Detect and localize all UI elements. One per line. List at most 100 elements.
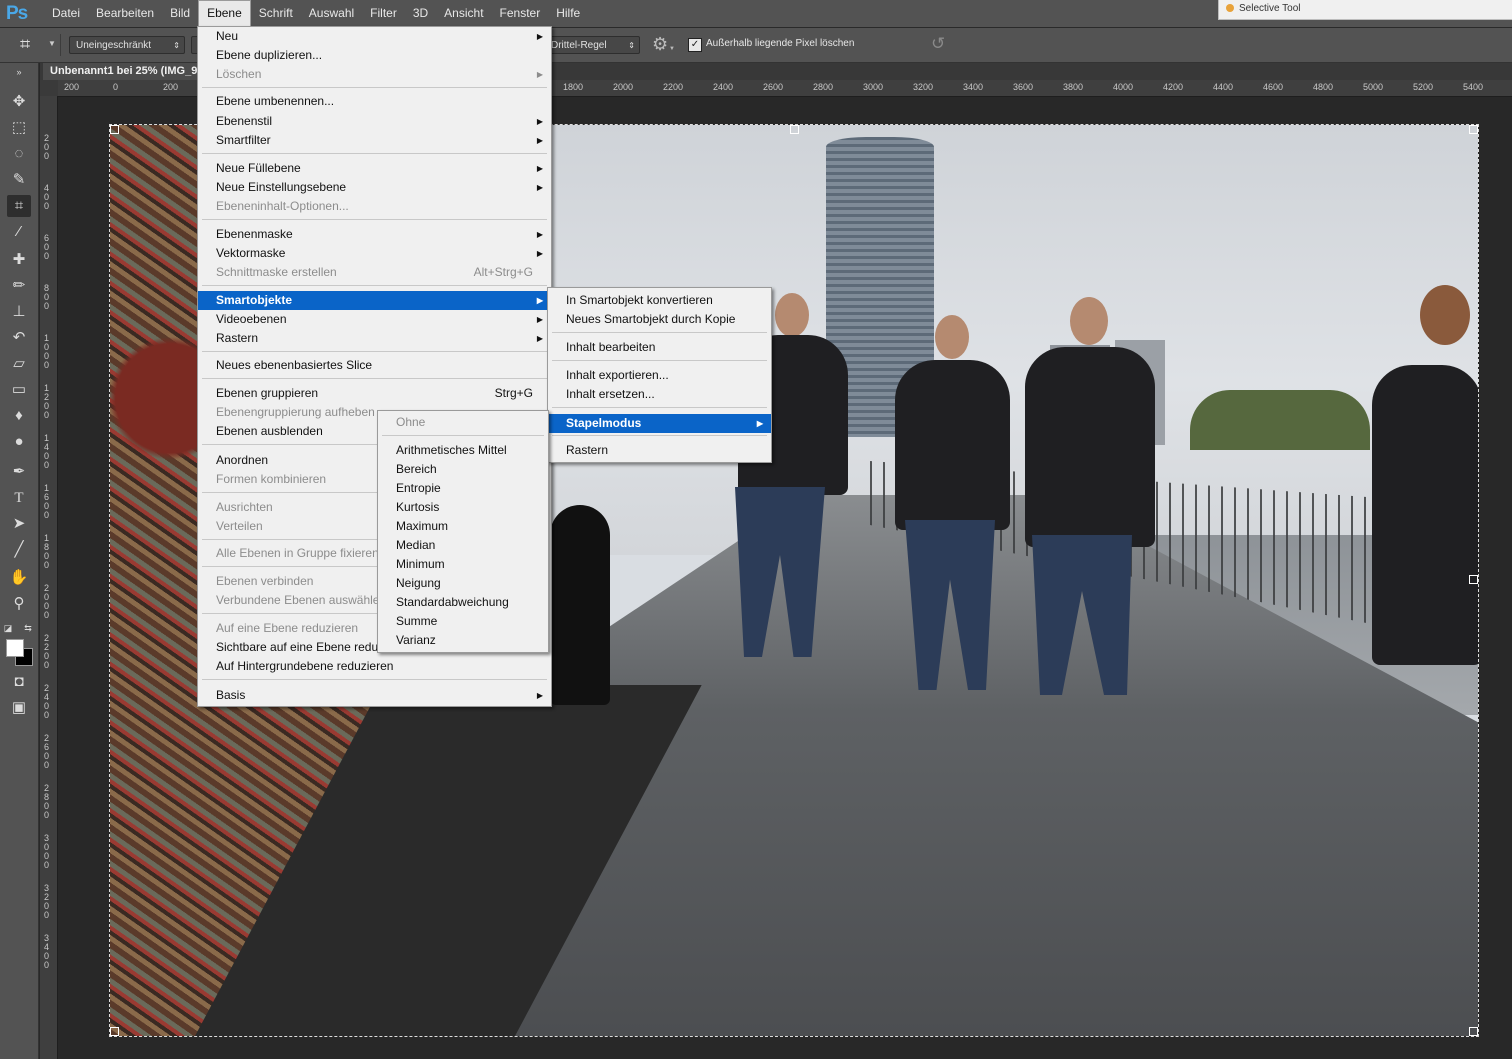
selective-tool-window[interactable]: Selective Tool xyxy=(1218,0,1512,20)
menu-item-summe[interactable]: Summe xyxy=(378,612,548,631)
menu-item-basis[interactable]: Basis ▶ xyxy=(198,686,551,705)
ruler-tick: 1800 xyxy=(44,533,50,570)
ruler-tick: 5400 xyxy=(1463,82,1484,92)
eraser-tool-icon[interactable]: ▱ xyxy=(7,353,31,375)
menu-bild[interactable]: Bild xyxy=(162,0,198,27)
menu-item-minimum[interactable]: Minimum xyxy=(378,555,548,574)
eyedropper-tool-icon[interactable]: ⁄ xyxy=(7,221,31,243)
menu-item-in-smartobjekt-konvertieren[interactable]: In Smartobjekt konvertieren xyxy=(548,291,771,310)
menu-item-median[interactable]: Median xyxy=(378,536,548,555)
menu-item-smartobjekt-rastern[interactable]: Rastern xyxy=(548,441,771,460)
crop-handle[interactable] xyxy=(1469,125,1478,134)
menu-item-loeschen[interactable]: Löschen ▶ xyxy=(198,65,551,84)
marquee-tool-icon[interactable]: ⬚ xyxy=(7,117,31,139)
menu-schrift[interactable]: Schrift xyxy=(251,0,301,27)
menu-item-inhalt-bearbeiten[interactable]: Inhalt bearbeiten xyxy=(548,338,771,357)
ruler-corner[interactable] xyxy=(40,80,58,96)
menu-ansicht[interactable]: Ansicht xyxy=(436,0,491,27)
history-brush-tool-icon[interactable]: ↶ xyxy=(7,327,31,349)
menu-item-rastern[interactable]: Rastern ▶ xyxy=(198,329,551,348)
menu-item-ebeneninhalt-optionen[interactable]: Ebeneninhalt-Optionen... xyxy=(198,197,551,216)
menu-item-varianz[interactable]: Varianz xyxy=(378,631,548,650)
crop-handle[interactable] xyxy=(790,125,799,134)
move-tool-icon[interactable]: ✥ xyxy=(7,91,31,113)
crop-handle[interactable] xyxy=(1469,1027,1478,1036)
menu-item-ebenenstil[interactable]: Ebenenstil ▶ xyxy=(198,112,551,131)
delete-pixels-checkbox[interactable]: ✓ xyxy=(688,38,702,52)
foreground-color-swatch[interactable] xyxy=(6,639,24,657)
photo-person-head xyxy=(775,293,809,337)
menu-item-ebene-umbenennen[interactable]: Ebene umbenennen... xyxy=(198,92,551,111)
default-colors-icon[interactable]: ◪ xyxy=(2,617,14,639)
menu-item-hintergrundebene-reduzieren[interactable]: Auf Hintergrundebene reduzieren xyxy=(198,657,551,676)
menu-auswahl[interactable]: Auswahl xyxy=(301,0,362,27)
menu-item-maximum[interactable]: Maximum xyxy=(378,517,548,536)
menu-item-neues-smartobjekt-durch-kopie[interactable]: Neues Smartobjekt durch Kopie xyxy=(548,310,771,329)
menu-item-bereich[interactable]: Bereich xyxy=(378,460,548,479)
menu-item-standardabweichung[interactable]: Standardabweichung xyxy=(378,593,548,612)
photo-person-head xyxy=(1420,285,1470,345)
menu-item-stapelmodus[interactable]: Stapelmodus ▶ xyxy=(548,414,771,433)
menu-3d[interactable]: 3D xyxy=(405,0,436,27)
menu-item-smartobjekte[interactable]: Smartobjekte ▶ xyxy=(198,291,551,310)
menu-item-videoebenen[interactable]: Videoebenen ▶ xyxy=(198,310,551,329)
dodge-tool-icon[interactable]: ● xyxy=(7,431,31,453)
lasso-tool-icon[interactable]: ◌ xyxy=(7,143,31,165)
crop-handle[interactable] xyxy=(1469,575,1478,584)
menu-item-neues-slice[interactable]: Neues ebenenbasiertes Slice xyxy=(198,356,551,375)
line-tool-icon[interactable]: ╱ xyxy=(7,539,31,561)
zoom-tool-icon[interactable]: ⚲ xyxy=(7,593,31,615)
hand-tool-icon[interactable]: ✋ xyxy=(7,567,31,589)
screen-mode-icon[interactable]: ▣ xyxy=(7,697,31,719)
quick-selection-tool-icon[interactable]: ✎ xyxy=(7,169,31,191)
menu-item-smartfilter[interactable]: Smartfilter ▶ xyxy=(198,131,551,150)
crop-preset-icon[interactable]: ⌗ xyxy=(20,34,30,55)
menu-item-inhalt-ersetzen[interactable]: Inhalt ersetzen... xyxy=(548,385,771,404)
crop-tool-icon[interactable]: ⌗ xyxy=(7,195,31,217)
menu-item-neigung[interactable]: Neigung xyxy=(378,574,548,593)
collapse-icon[interactable]: » xyxy=(7,67,31,77)
crop-handle[interactable] xyxy=(110,125,119,134)
menu-datei[interactable]: Datei xyxy=(44,0,88,27)
menu-item-kurtosis[interactable]: Kurtosis xyxy=(378,498,548,517)
document-tab[interactable]: Unbenannt1 bei 25% (IMG_9 xyxy=(43,63,198,80)
menu-filter[interactable]: Filter xyxy=(362,0,405,27)
pen-tool-icon[interactable]: ✒ xyxy=(7,461,31,483)
type-tool-icon[interactable]: T xyxy=(7,487,31,509)
menu-item-arithmetisches-mittel[interactable]: Arithmetisches Mittel xyxy=(378,441,548,460)
menu-item-ebene-duplizieren[interactable]: Ebene duplizieren... xyxy=(198,46,551,65)
crop-handle[interactable] xyxy=(110,1027,119,1036)
menu-item-label: Maximum xyxy=(396,519,449,533)
chevron-down-icon[interactable]: ▼ xyxy=(669,46,675,52)
vertical-ruler[interactable]: 200 400 600 800 1000 1200 1400 1600 1800… xyxy=(40,96,58,1059)
menu-item-vektormaske[interactable]: Vektormaske ▶ xyxy=(198,244,551,263)
menu-item-neu[interactable]: Neu ▶ xyxy=(198,27,551,46)
clone-stamp-tool-icon[interactable]: ⊥ xyxy=(7,301,31,323)
quick-mask-icon[interactable]: ◘ xyxy=(7,671,31,693)
menu-item-ebenen-gruppieren[interactable]: Ebenen gruppieren Strg+G xyxy=(198,384,551,403)
gear-icon[interactable]: ⚙ xyxy=(652,34,668,55)
overlay-select[interactable]: Drittel-Regel ⇕ xyxy=(550,36,640,54)
menu-hilfe[interactable]: Hilfe xyxy=(548,0,588,27)
menu-item-schnittmaske-erstellen[interactable]: Schnittmaske erstellen Alt+Strg+G xyxy=(198,263,551,282)
menu-item-neue-fuellebene[interactable]: Neue Füllebene ▶ xyxy=(198,159,551,178)
menu-item-label: Ebenen ausblenden xyxy=(216,424,323,438)
menu-item-ohne[interactable]: Ohne xyxy=(378,413,548,432)
menu-item-ebenenmaske[interactable]: Ebenenmaske ▶ xyxy=(198,225,551,244)
menu-bearbeiten[interactable]: Bearbeiten xyxy=(88,0,162,27)
blur-tool-icon[interactable]: ♦ xyxy=(7,405,31,427)
path-selection-tool-icon[interactable]: ➤ xyxy=(7,513,31,535)
brush-tool-icon[interactable]: ✏ xyxy=(7,275,31,297)
menu-fenster[interactable]: Fenster xyxy=(492,0,549,27)
photo-person-head xyxy=(1070,297,1108,345)
ratio-select[interactable]: Uneingeschränkt ⇕ xyxy=(69,36,185,54)
menu-ebene[interactable]: Ebene xyxy=(198,0,251,27)
chevron-down-icon[interactable]: ▼ xyxy=(48,39,56,48)
gradient-tool-icon[interactable]: ▭ xyxy=(7,379,31,401)
menu-item-entropie[interactable]: Entropie xyxy=(378,479,548,498)
healing-brush-tool-icon[interactable]: ✚ xyxy=(7,249,31,271)
reset-icon[interactable]: ↺ xyxy=(931,34,945,54)
menu-item-inhalt-exportieren[interactable]: Inhalt exportieren... xyxy=(548,366,771,385)
swap-colors-icon[interactable]: ⇆ xyxy=(22,617,34,639)
menu-item-neue-einstellungsebene[interactable]: Neue Einstellungsebene ▶ xyxy=(198,178,551,197)
